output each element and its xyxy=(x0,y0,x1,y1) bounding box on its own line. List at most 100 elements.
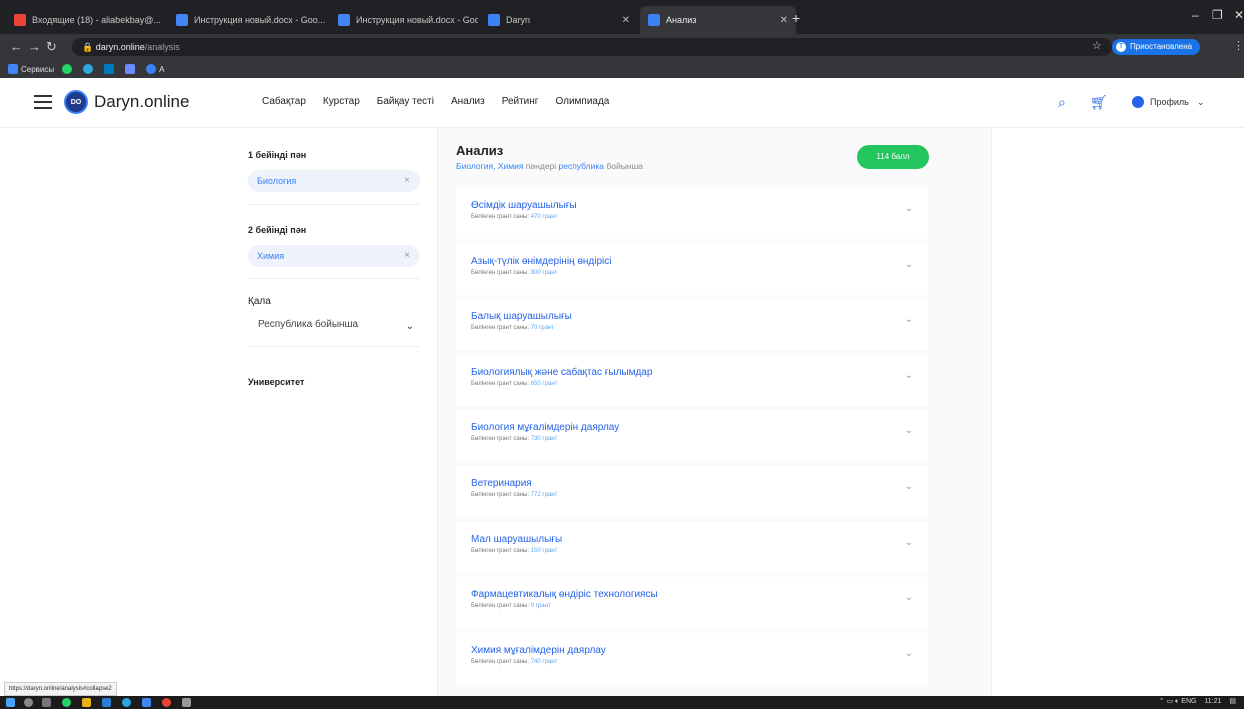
nav-item[interactable]: Анализ xyxy=(451,96,485,107)
specialty-title[interactable]: Азық-түлік өнімдерінің өндірісі xyxy=(471,256,928,267)
profile-label: Профиль xyxy=(1150,97,1189,107)
chevron-down-icon[interactable]: ⌄ xyxy=(905,481,913,492)
specialty-row[interactable]: Биологиялық және сабақтас ғылымдар Бөлінг… xyxy=(456,354,928,406)
subject2-select[interactable]: Химия × xyxy=(248,245,420,267)
grant-label: Бөлінген грант саны: xyxy=(471,491,530,498)
app-icon[interactable] xyxy=(182,698,191,707)
divider xyxy=(248,346,420,347)
clear-subject1-icon[interactable]: × xyxy=(404,170,410,192)
chevron-down-icon[interactable]: ⌄ xyxy=(905,537,913,548)
bookmark-star-icon[interactable]: ☆ xyxy=(1092,39,1102,52)
specialty-title[interactable]: Биология мұғалімдерін даярлау xyxy=(471,422,928,433)
explorer-icon[interactable] xyxy=(82,698,91,707)
browser-menu-icon[interactable]: ⋮ xyxy=(1233,39,1244,52)
grant-value: 800 грант xyxy=(530,269,558,276)
specialty-title[interactable]: Мал шаруашылығы xyxy=(471,534,928,545)
specialty-row[interactable]: Балық шаруашылығы Бөлінген грант саны: 70… xyxy=(456,299,928,351)
bookmark-trello[interactable] xyxy=(104,64,117,74)
browser-tab[interactable]: Daryn ✕ xyxy=(480,6,638,34)
tab-close-icon[interactable]: ✕ xyxy=(161,15,166,26)
nav-item[interactable]: Олимпиада xyxy=(555,96,609,107)
telegram-icon[interactable] xyxy=(122,698,131,707)
bookmark-telegram[interactable] xyxy=(83,64,96,74)
nav-item[interactable]: Сабақтар xyxy=(262,96,306,107)
subject1-select[interactable]: Биология × xyxy=(248,170,420,192)
specialty-title[interactable]: Химия мұғалімдерін даярлау xyxy=(471,645,928,656)
city-value: Республика бойынша xyxy=(258,319,359,330)
main-nav: Сабақтар Курстар Байқау тесті Анализ Рейтинг… xyxy=(262,96,626,107)
nav-item[interactable]: Байқау тесті xyxy=(377,96,434,107)
chevron-down-icon[interactable]: ⌄ xyxy=(905,314,913,325)
university-label[interactable]: Университет xyxy=(248,377,420,387)
specialty-row[interactable]: Биология мұғалімдерін даярлау Бөлінген гр… xyxy=(456,410,928,462)
tab-close-icon[interactable]: ✕ xyxy=(774,15,788,26)
browser-tab[interactable]: Инструкция новый.docx - Goo...✕ xyxy=(168,6,328,34)
url-input[interactable]: 🔒 daryn.online/analysis xyxy=(72,38,1112,56)
specialty-title[interactable]: Биологиялық және сабақтас ғылымдар xyxy=(471,367,928,378)
word-icon[interactable] xyxy=(102,698,111,707)
tasks-icon[interactable] xyxy=(142,698,151,707)
chevron-down-icon[interactable]: ⌄ xyxy=(905,203,913,214)
browser-tab[interactable]: Анализ ✕ xyxy=(640,6,796,34)
grant-label: Бөлінген грант саны: xyxy=(471,269,530,276)
grant-label: Бөлінген грант саны: xyxy=(471,436,530,443)
cart-icon[interactable]: 🛒︎ xyxy=(1090,94,1108,111)
chevron-down-icon[interactable]: ⌄ xyxy=(905,648,913,659)
keyboard-language[interactable]: ENG xyxy=(1181,698,1196,705)
grant-label: Бөлінген грант саны: xyxy=(471,380,530,387)
bookmark-services-label: Сервисы xyxy=(21,64,55,74)
windows-start-icon[interactable] xyxy=(6,698,15,707)
specialty-title[interactable]: Өсімдік шаруашылығы xyxy=(471,200,928,211)
grant-value: 70 грант xyxy=(530,325,554,332)
clock[interactable]: 11:21 xyxy=(1204,698,1221,705)
nav-item[interactable]: Курстар xyxy=(323,96,360,107)
specialty-row[interactable]: Фармацевтикалық өндіріс технологиясы Бөлі… xyxy=(456,577,928,629)
close-window-icon[interactable]: ✕ xyxy=(1234,8,1244,22)
bookmark-whatsapp[interactable] xyxy=(62,64,75,74)
specialty-row[interactable]: Химия мұғалімдерін даярлау Бөлінген грант… xyxy=(456,632,928,684)
minimize-icon[interactable]: – xyxy=(1192,8,1199,22)
specialty-title[interactable]: Фармацевтикалық өндіріс технологиясы xyxy=(471,589,928,600)
menu-icon[interactable] xyxy=(34,95,52,109)
clear-subject2-icon[interactable]: × xyxy=(404,245,410,267)
chevron-down-icon[interactable]: ⌄ xyxy=(905,259,913,270)
tray-icons[interactable]: ⌃ ▭ 🔈︎ xyxy=(1159,698,1182,705)
specialty-title[interactable]: Ветеринария xyxy=(471,478,928,489)
browser-tab[interactable]: Инструкция новый.docx - Goo...✕ xyxy=(330,6,478,34)
site-icon xyxy=(146,64,157,74)
nav-item[interactable]: Рейтинг xyxy=(502,96,539,107)
bookmark-last[interactable]: A xyxy=(146,64,165,74)
back-icon[interactable]: ← xyxy=(10,39,23,54)
bookmark-services[interactable]: Сервисы xyxy=(8,64,54,74)
site-logo[interactable]: DO Daryn.online xyxy=(64,90,189,114)
tab-close-icon[interactable]: ✕ xyxy=(325,15,328,26)
task-view-icon[interactable] xyxy=(42,698,51,707)
chevron-down-icon[interactable]: ⌄ xyxy=(905,370,913,381)
tab-close-icon[interactable]: ✕ xyxy=(616,15,630,26)
profile-paused-button[interactable]: T Приостановлена xyxy=(1112,39,1201,55)
subject2-label: 2 бейінді пән xyxy=(248,225,307,235)
specialty-row[interactable]: Ветеринария Бөлінген грант саны: 772 гран… xyxy=(456,465,928,517)
search-icon[interactable]: ⌕ xyxy=(1058,94,1066,111)
chevron-down-icon[interactable]: ⌄ xyxy=(905,592,913,603)
chevron-down-icon[interactable]: ⌄ xyxy=(905,425,913,436)
grant-count: Бөлінген грант саны: 800 грант xyxy=(471,270,928,276)
bookmark-mail[interactable] xyxy=(125,64,138,74)
chrome-icon[interactable] xyxy=(162,698,171,707)
restore-icon[interactable]: ❐ xyxy=(1212,8,1223,22)
grant-value: 470 грант xyxy=(530,214,558,220)
new-tab-button[interactable]: + xyxy=(792,10,800,26)
specialty-row[interactable]: Өсімдік шаруашылығы Бөлінген грант саны: … xyxy=(456,188,928,239)
specialty-row[interactable]: Мал шаруашылығы Бөлінген грант саны: 150 … xyxy=(456,521,928,573)
reload-icon[interactable]: ↻ xyxy=(46,39,57,55)
specialty-row[interactable]: Азық-түлік өнімдерінің өндірісі Бөлінген … xyxy=(456,243,928,295)
notifications-icon[interactable]: ▤ xyxy=(1229,698,1236,705)
search-icon[interactable] xyxy=(24,698,33,707)
browser-tab[interactable]: Входящие (18) - aliabekbay@...✕ xyxy=(6,6,166,34)
forward-icon[interactable]: → xyxy=(28,39,41,54)
city-select[interactable]: Республика бойынша ⌄ xyxy=(248,319,420,332)
whatsapp-icon[interactable] xyxy=(62,698,71,707)
subtitle-region: республика xyxy=(558,161,604,171)
profile-dropdown[interactable]: Профиль ⌄ xyxy=(1132,96,1204,108)
specialty-title[interactable]: Балық шаруашылығы xyxy=(471,311,928,322)
